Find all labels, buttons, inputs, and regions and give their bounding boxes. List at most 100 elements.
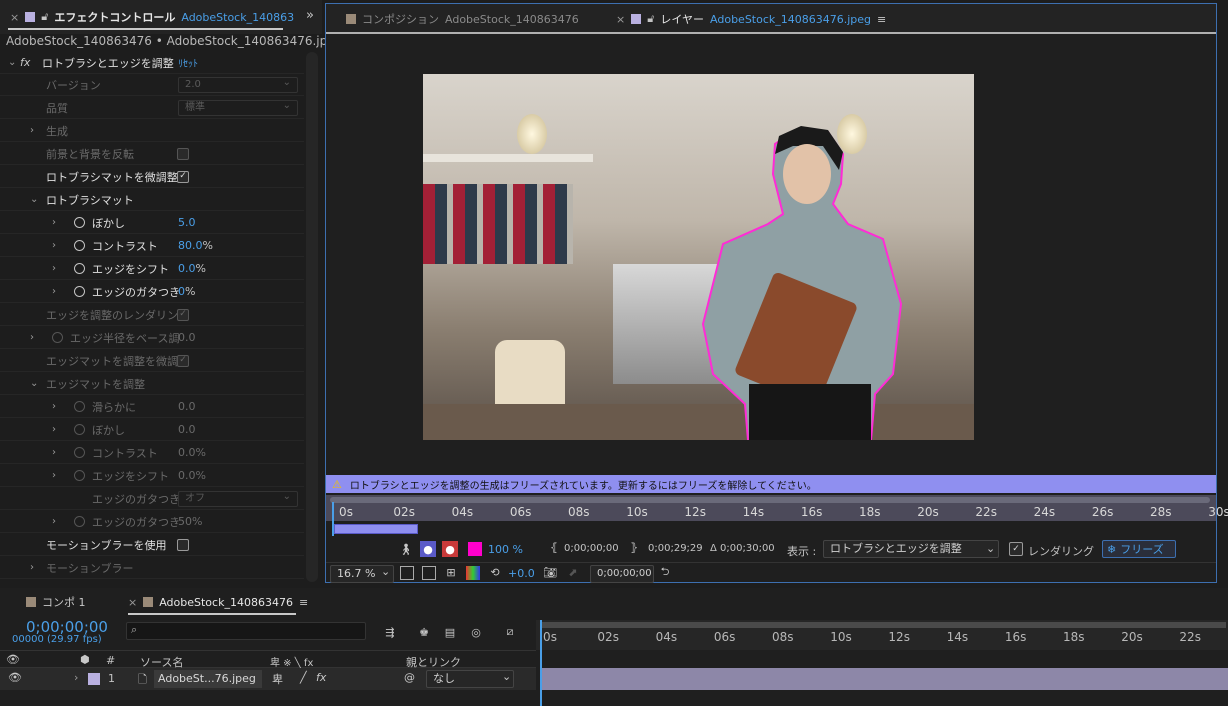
quality-switch-icon[interactable]: ╱: [300, 671, 307, 684]
quality-select[interactable]: 標準: [178, 99, 298, 116]
chevron-down-icon[interactable]: ⌄: [8, 57, 16, 68]
layer-duration-bar[interactable]: [542, 668, 1228, 690]
reset-link[interactable]: ﾘｾｯﾄ: [178, 55, 198, 70]
stopwatch-icon[interactable]: [74, 401, 85, 412]
effect-header-row[interactable]: ⌄ fx ロトブラシとエッジを調整 ﾘｾｯﾄ: [0, 52, 304, 74]
in-point-icon[interactable]: ⦃: [550, 541, 558, 554]
comp-mini-flowchart-icon[interactable]: ⇶: [382, 624, 398, 640]
chevron-down-icon[interactable]: ⌄: [30, 378, 38, 389]
invert-checkbox[interactable]: [177, 147, 189, 160]
refine-edge-matte-checkbox[interactable]: ✓: [177, 354, 189, 367]
out-point[interactable]: 0;00;29;29: [648, 543, 703, 554]
exposure-value[interactable]: +0.0: [508, 567, 535, 580]
close-icon[interactable]: ×: [128, 596, 137, 609]
view-select[interactable]: ロトブラシとエッジを調整: [823, 540, 999, 558]
smooth-value[interactable]: 0.0: [178, 400, 196, 413]
edge-chatter-mode-select[interactable]: オフ: [178, 490, 298, 507]
shy-switch-icon[interactable]: 卑: [272, 671, 283, 687]
chevron-right-icon[interactable]: ›: [30, 125, 34, 136]
stopwatch-icon[interactable]: [74, 424, 85, 435]
channel-icon[interactable]: [466, 566, 480, 580]
contrast-value[interactable]: 80.0: [178, 239, 203, 252]
timeline-ruler[interactable]: 0s 02s 04s 06s 08s 10s 12s 14s 16s 18s 20s 22s: [536, 620, 1228, 650]
chevron-down-icon[interactable]: ⌄: [381, 565, 390, 578]
chevron-down-icon[interactable]: ⌄: [30, 194, 38, 205]
stopwatch-icon[interactable]: [74, 217, 85, 228]
motion-blur-icon[interactable]: ◎: [468, 624, 484, 640]
version-select[interactable]: 2.0: [178, 76, 298, 93]
walk-icon[interactable]: 🚶︎: [398, 541, 414, 557]
generate-row[interactable]: › 生成: [0, 120, 304, 142]
lock-icon[interactable]: 🔓︎: [647, 12, 654, 26]
current-time-field[interactable]: 0;00;00;00: [590, 565, 654, 583]
chevron-right-icon[interactable]: ›: [52, 424, 56, 435]
search-input[interactable]: ⌕: [126, 622, 366, 640]
exposure-reset-icon[interactable]: ⟲: [488, 565, 502, 579]
menu-icon[interactable]: ≡: [877, 13, 886, 26]
menu-icon[interactable]: ≡: [299, 596, 308, 609]
chevron-right-icon[interactable]: ›: [52, 401, 56, 412]
panel-expand-icon[interactable]: »: [306, 8, 314, 23]
work-area-bar[interactable]: [334, 524, 418, 534]
playhead[interactable]: [332, 502, 334, 536]
in-point[interactable]: 0;00;00;00: [564, 543, 619, 554]
fx-icon[interactable]: fx: [20, 56, 30, 69]
effect-controls-tab[interactable]: × 🔓︎ エフェクトコントロール AdobeStock_140863: [10, 6, 294, 28]
stopwatch-icon[interactable]: [74, 470, 85, 481]
work-area-range[interactable]: [540, 622, 1226, 628]
person-view-icon[interactable]: ●: [420, 541, 436, 557]
stopwatch-icon[interactable]: [74, 447, 85, 458]
lock-icon[interactable]: 🔓︎: [41, 10, 48, 24]
chevron-right-icon[interactable]: ›: [52, 447, 56, 458]
render-checkbox[interactable]: ✓: [1009, 542, 1023, 556]
eye-icon[interactable]: 👁︎: [8, 671, 22, 684]
alpha-view-icon[interactable]: ●: [442, 541, 458, 557]
chatter-value[interactable]: 0: [178, 285, 185, 298]
chevron-right-icon[interactable]: ›: [52, 286, 56, 297]
roto-matte-row[interactable]: ⌄ ロトブラシマット: [0, 189, 304, 211]
parent-select[interactable]: なし: [426, 670, 514, 688]
fit-icon[interactable]: [400, 566, 414, 580]
chevron-right-icon[interactable]: ›: [74, 671, 78, 684]
out-point-icon[interactable]: ⦄: [630, 541, 638, 554]
chevron-down-icon[interactable]: ⌄: [986, 542, 995, 555]
chevron-right-icon[interactable]: ›: [52, 516, 56, 527]
chevron-right-icon[interactable]: ›: [52, 217, 56, 228]
feather-value[interactable]: 5.0: [178, 216, 196, 229]
layer-name[interactable]: AdobeSt...76.jpeg: [154, 670, 262, 688]
chevron-right-icon[interactable]: ›: [52, 263, 56, 274]
edge-matte-row[interactable]: ⌄ エッジマットを調整: [0, 373, 304, 395]
tab-layer[interactable]: × 🔓︎ レイヤー AdobeStock_140863476.jpeg ≡: [616, 8, 886, 30]
chevron-down-icon[interactable]: ⌄: [502, 670, 511, 683]
stopwatch-icon[interactable]: [74, 263, 85, 274]
close-icon[interactable]: ×: [10, 11, 19, 24]
go-to-time-icon[interactable]: ⮌: [658, 565, 672, 579]
fx-switch-icon[interactable]: fx: [316, 671, 326, 684]
grid-icon[interactable]: ⊞: [444, 565, 458, 579]
edge-chatter-value[interactable]: 50%: [178, 515, 202, 528]
safe-margins-icon[interactable]: [422, 566, 436, 580]
edge-contrast-value[interactable]: 0.0%: [178, 446, 206, 459]
graph-editor-icon[interactable]: ⧄: [502, 624, 518, 640]
frame-blend-icon[interactable]: ▤: [442, 624, 458, 640]
pickwhip-icon[interactable]: @: [404, 671, 415, 684]
freeze-button[interactable]: ❄ フリーズ: [1102, 540, 1176, 558]
layer-image[interactable]: [423, 74, 974, 440]
stopwatch-icon[interactable]: [74, 240, 85, 251]
av-switches-icon[interactable]: 👁︎: [6, 653, 20, 666]
show-snapshot-icon[interactable]: ⬈: [566, 565, 580, 579]
chevron-right-icon[interactable]: ›: [30, 562, 34, 573]
chevron-right-icon[interactable]: ›: [52, 470, 56, 481]
chevron-right-icon[interactable]: ›: [52, 240, 56, 251]
overlay-color-swatch[interactable]: [468, 542, 482, 556]
stopwatch-icon[interactable]: [52, 332, 63, 343]
shy-icon[interactable]: ♚: [416, 624, 432, 640]
overlay-opacity[interactable]: 100 %: [488, 543, 523, 556]
stopwatch-icon[interactable]: [74, 286, 85, 297]
chevron-right-icon[interactable]: ›: [30, 332, 34, 343]
effect-scrollbar[interactable]: [306, 52, 318, 582]
layer-row[interactable]: 👁︎ › 1 🗋︎ AdobeSt...76.jpeg 卑 ╱ fx @ なし …: [0, 668, 536, 690]
stopwatch-icon[interactable]: [74, 516, 85, 527]
timeline-playhead[interactable]: [540, 620, 542, 706]
motion-blur-row[interactable]: › モーションブラー: [0, 557, 304, 579]
